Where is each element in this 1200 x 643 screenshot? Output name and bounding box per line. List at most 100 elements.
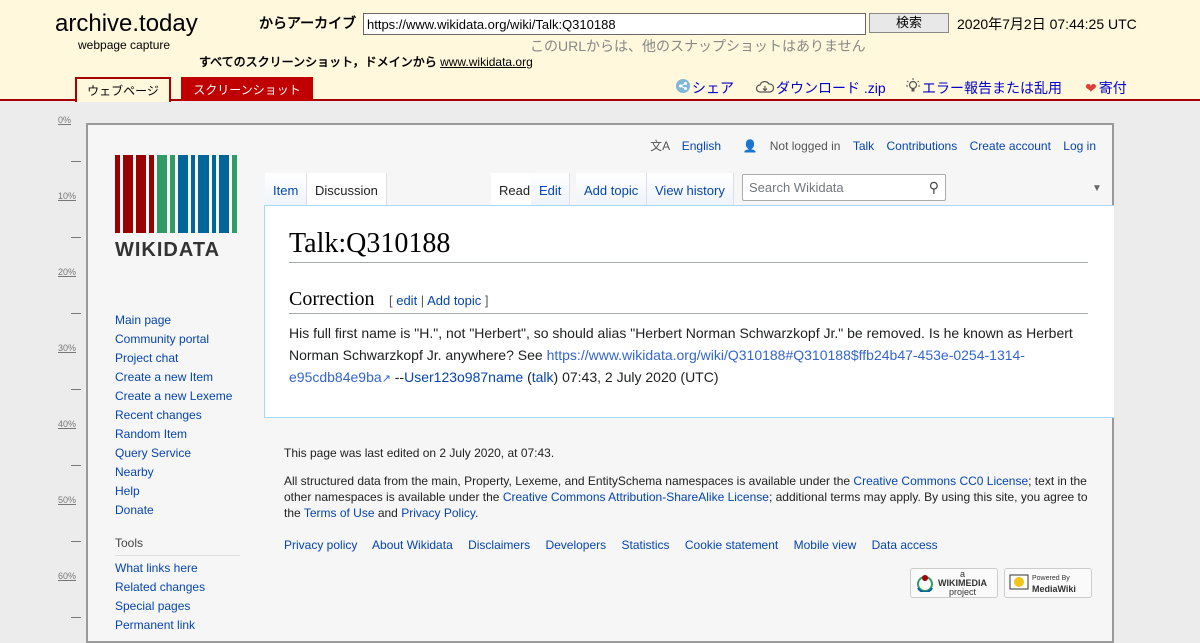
footer-link-about[interactable]: About Wikidata [372, 538, 453, 552]
ruler-label[interactable]: 50% [58, 495, 76, 505]
footer-link-disclaimers[interactable]: Disclaimers [468, 538, 530, 552]
logo-bar [149, 155, 154, 233]
archived-page-frame: 文A English 👤 Not logged in Talk Contribu… [86, 123, 1114, 643]
ruler-label[interactable]: 0% [58, 115, 71, 125]
ruler-tick [71, 465, 81, 466]
not-logged-in: 👤 Not logged in [733, 139, 840, 153]
sidebar-item-query-service[interactable]: Query Service [115, 446, 191, 460]
footer-link-statistics[interactable]: Statistics [622, 538, 670, 552]
donate-link[interactable]: ❤ 寄付 [1085, 78, 1127, 98]
tab-view-history[interactable]: View history [647, 173, 734, 206]
download-label: ダウンロード .zip [776, 80, 886, 96]
mediawiki-badge[interactable]: Powered By MediaWiki [1004, 568, 1092, 598]
mediawiki-text: Powered By MediaWiki [1032, 572, 1076, 594]
ruler-label[interactable]: 60% [58, 571, 76, 581]
create-account-link[interactable]: Create account [970, 139, 1051, 153]
report-link[interactable]: エラー報告または乱用 [906, 78, 1062, 98]
archive-url-input[interactable] [363, 13, 866, 35]
archive-date: 2020年7月2日 07:44:25 UTC [957, 16, 1137, 32]
archive-header: archive.today webpage capture からアーカイブ 検索… [0, 0, 1200, 102]
search-icon[interactable]: ⚲ [929, 179, 939, 196]
footer-link-data-access[interactable]: Data access [872, 538, 938, 552]
footer-link-privacy[interactable]: Privacy policy [284, 538, 357, 552]
tab-add-topic[interactable]: Add topic [576, 173, 648, 206]
ruler-label[interactable]: 30% [58, 343, 76, 353]
sidebar-item-main-page[interactable]: Main page [115, 313, 171, 327]
ruler-tick [71, 237, 81, 238]
ruler-label[interactable]: 40% [58, 419, 76, 429]
language-link[interactable]: 文A English [641, 139, 721, 153]
language-label: English [681, 139, 722, 153]
archive-from-label: からアーカイブ [259, 15, 357, 31]
terms-link[interactable]: Terms of Use [304, 506, 375, 520]
logo-bar [135, 155, 147, 233]
report-label: エラー報告または乱用 [922, 80, 1062, 96]
wiki-search-input[interactable]: Search Wikidata ⚲ [742, 174, 946, 201]
sidebar-item-nearby[interactable]: Nearby [115, 465, 154, 479]
cloud-download-icon [755, 80, 775, 96]
footer-link-mobile[interactable]: Mobile view [794, 538, 857, 552]
sidebar-item-community-portal[interactable]: Community portal [115, 332, 209, 346]
tab-webpage[interactable]: ウェブページ [75, 77, 171, 102]
sidebar-item-what-links-here[interactable]: What links here [115, 561, 198, 575]
wikimedia-sub: project [948, 586, 976, 597]
logo-bar [232, 155, 238, 233]
logo-bar [177, 155, 188, 233]
wikidata-logo-bars [115, 155, 238, 233]
sidebar-item-special-pages[interactable]: Special pages [115, 599, 190, 613]
footer-link-developers[interactable]: Developers [545, 538, 606, 552]
talk-link[interactable]: Talk [853, 139, 874, 153]
sidebar-item-donate[interactable]: Donate [115, 503, 154, 517]
download-link[interactable]: ダウンロード .zip [755, 78, 886, 98]
logo-bar [169, 155, 175, 233]
sidebar-item-create-lexeme[interactable]: Create a new Lexeme [115, 389, 232, 403]
login-link[interactable]: Log in [1063, 139, 1096, 153]
ruler-label[interactable]: 10% [58, 191, 76, 201]
chevron-down-icon[interactable]: ▼ [1092, 183, 1102, 194]
license-text: All structured data from the main, Prope… [284, 473, 1096, 521]
external-link-icon: ↗ [381, 373, 391, 385]
section-edit-link[interactable]: edit [396, 293, 417, 308]
signature-prefix: -- [390, 369, 405, 385]
sidebar-item-create-item[interactable]: Create a new Item [115, 370, 213, 384]
personal-tools: 文A English 👤 Not logged in Talk Contribu… [632, 137, 1096, 154]
heart-icon: ❤ [1085, 80, 1097, 96]
contributions-link[interactable]: Contributions [887, 139, 958, 153]
donate-label: 寄付 [1098, 80, 1127, 96]
domain-link[interactable]: www.wikidata.org [440, 55, 533, 69]
cc-by-sa-link[interactable]: Creative Commons Attribution-ShareAlike … [503, 490, 769, 504]
sidebar-item-recent-changes[interactable]: Recent changes [115, 408, 202, 422]
wikidata-wordmark: WIKIDATA [115, 239, 221, 261]
mediawiki-name: MediaWiki [1032, 584, 1076, 594]
logo-bar [115, 155, 120, 233]
sidebar-item-project-chat[interactable]: Project chat [115, 351, 178, 365]
logo-bar [190, 155, 196, 233]
cc0-link[interactable]: Creative Commons CC0 License [853, 474, 1028, 488]
archive-search-button[interactable]: 検索 [869, 13, 949, 33]
section-edit-links: [ edit | Add topic ] [388, 293, 489, 308]
wikidata-logo[interactable]: WIKIDATA [115, 155, 238, 262]
page-title: Talk:Q310188 [289, 228, 1088, 263]
archive-logo[interactable]: archive.today [55, 10, 198, 38]
sidebar-item-random-item[interactable]: Random Item [115, 427, 187, 441]
tab-edit[interactable]: Edit [531, 173, 571, 206]
share-link[interactable]: シェア [676, 78, 734, 98]
tab-item[interactable]: Item [265, 173, 308, 206]
user-talk-link[interactable]: talk [532, 369, 554, 385]
sidebar-item-related-changes[interactable]: Related changes [115, 580, 205, 594]
archive-subtitle: webpage capture [78, 38, 171, 52]
tab-discussion[interactable]: Discussion [307, 173, 387, 206]
ruler-label[interactable]: 20% [58, 267, 76, 277]
privacy-policy-link[interactable]: Privacy Policy [401, 506, 475, 520]
ruler-tick [71, 541, 81, 542]
user-link[interactable]: User123o987name [404, 369, 523, 385]
footer-link-cookie[interactable]: Cookie statement [685, 538, 778, 552]
logo-bar [122, 155, 133, 233]
all-screenshots-label: すべてのスクリーンショット，ドメインから [199, 55, 437, 69]
mediawiki-icon [1009, 572, 1029, 594]
sidebar-item-help[interactable]: Help [115, 484, 140, 498]
section-add-topic-link[interactable]: Add topic [427, 293, 481, 308]
wikimedia-project-badge[interactable]: a WIKIMEDIA project [910, 568, 998, 598]
tab-screenshot[interactable]: スクリーンショット [181, 77, 313, 101]
ruler-tick [71, 617, 81, 618]
